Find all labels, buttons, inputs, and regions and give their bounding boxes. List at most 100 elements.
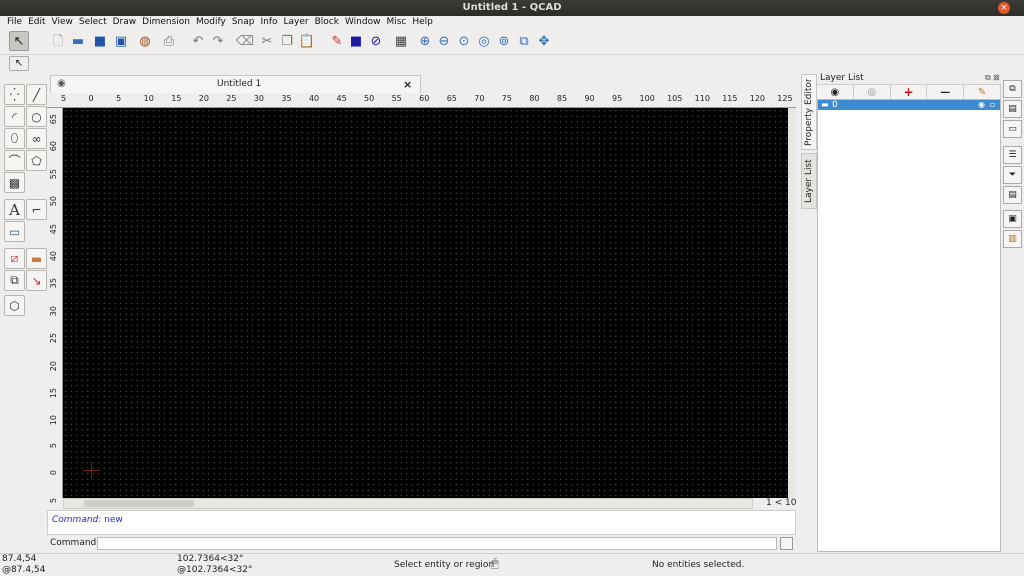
right-dock-toolbar: ⧉ ▤ ▭ ☰ ⏷ ▤ ▣ ▥	[1002, 80, 1024, 250]
save-icon[interactable]: ■	[90, 31, 110, 51]
3d-view-icon[interactable]: ⬡	[4, 295, 25, 316]
polyline-tool-icon[interactable]: ⌒	[4, 150, 25, 171]
layer-lock-icon[interactable]: ▫	[990, 100, 995, 110]
dimension-tool-icon[interactable]: ⌐	[26, 199, 47, 220]
dock-filter-icon[interactable]: ⏷	[1003, 166, 1022, 184]
command-row: Command:	[47, 536, 796, 551]
paste-icon[interactable]: 📋	[297, 31, 317, 51]
pan-icon[interactable]: ✥	[534, 31, 554, 51]
tab-property-editor[interactable]: Property Editor	[801, 74, 817, 150]
dock-list-icon[interactable]: ▤	[1003, 186, 1022, 204]
command-input[interactable]	[97, 537, 777, 550]
open-folder-icon[interactable]: ▬	[68, 31, 88, 51]
document-icon: ◉	[57, 78, 66, 89]
menu-snap[interactable]: Snap	[229, 16, 258, 29]
block-tool-icon[interactable]: ⧉	[4, 270, 25, 291]
dock-tabs: Property Editor Layer List	[801, 74, 817, 552]
zoom-selection-icon[interactable]: ⊚	[494, 31, 514, 51]
redo-icon[interactable]: ↷	[208, 31, 228, 51]
menu-view[interactable]: View	[49, 16, 76, 29]
mouse-icon: 🖱	[491, 556, 499, 571]
command-history-toggle-icon[interactable]	[780, 537, 793, 550]
grid-toggle-icon[interactable]: ▦	[391, 31, 411, 51]
shape-tool-icon[interactable]: ⬠	[26, 150, 47, 171]
layer-visible-icon[interactable]: ◉	[978, 100, 985, 110]
selection-mode-icon[interactable]: ↖	[9, 56, 29, 71]
menu-select[interactable]: Select	[76, 16, 110, 29]
dock-clipboard-icon[interactable]: ▥	[1003, 230, 1022, 248]
layer-row[interactable]: ▬ 0 ◉ ▫	[818, 100, 1000, 110]
eraser-icon[interactable]: ⌫	[235, 31, 255, 51]
relative-polar-coordinate: @102.7364<32°	[177, 565, 253, 575]
zoom-window-icon[interactable]: ⧉	[514, 31, 534, 51]
options-toolbar: ↖	[0, 54, 1024, 73]
line-weight-icon[interactable]: ⊘	[366, 31, 386, 51]
menu-edit[interactable]: Edit	[25, 16, 48, 29]
panel-float-icon[interactable]: ⧉	[985, 73, 991, 83]
dock-window-icon[interactable]: ▣	[1003, 210, 1022, 228]
menu-file[interactable]: File	[4, 16, 25, 29]
ruler-y-tick: 0	[49, 470, 58, 476]
new-file-icon[interactable]: 🗋	[48, 31, 68, 51]
ruler-y-tick: 35	[49, 278, 58, 289]
ellipse-tool-icon[interactable]: ⬯	[4, 128, 25, 149]
drawing-canvas[interactable]	[63, 108, 788, 498]
zoom-auto-icon[interactable]: ⊙	[454, 31, 474, 51]
arc-tool-icon[interactable]: ◜	[4, 106, 25, 127]
vertical-scrollbar[interactable]	[788, 108, 796, 498]
document-tab[interactable]: ◉ Untitled 1 ×	[50, 75, 421, 93]
modify-tool-icon[interactable]: ⧄	[4, 248, 25, 269]
menu-modify[interactable]: Modify	[193, 16, 229, 29]
image-tool-icon[interactable]: ▭	[4, 221, 25, 242]
close-icon[interactable]: ×	[403, 78, 412, 91]
print-preview-icon[interactable]: ◍	[135, 31, 155, 51]
zoom-in-icon[interactable]: ⊕	[415, 31, 435, 51]
hide-all-layers-icon[interactable]: ◎	[853, 85, 891, 99]
ruler-x-tick: 5	[116, 94, 122, 103]
undo-icon[interactable]: ↶	[188, 31, 208, 51]
select-pointer-icon[interactable]: ↖	[9, 31, 29, 51]
panel-close-icon[interactable]: ⊠	[993, 73, 1000, 82]
menu-block[interactable]: Block	[312, 16, 342, 29]
window-close-button[interactable]: ×	[998, 2, 1010, 14]
circle-tool-icon[interactable]: ○	[26, 106, 47, 127]
menu-dimension[interactable]: Dimension	[139, 16, 193, 29]
menu-misc[interactable]: Misc	[383, 16, 409, 29]
horizontal-scrollbar[interactable]	[63, 498, 753, 509]
color-icon[interactable]: ■	[346, 31, 366, 51]
hatch-tool-icon[interactable]: ▩	[4, 172, 25, 193]
menu-layer[interactable]: Layer	[281, 16, 312, 29]
show-all-layers-icon[interactable]: ◉	[817, 85, 854, 99]
menu-bar: File Edit View Select Draw Dimension Mod…	[0, 16, 1024, 29]
pen-icon[interactable]: ✎	[327, 31, 347, 51]
copy-icon[interactable]: ❐	[277, 31, 297, 51]
line-tool-icon[interactable]: ╱	[26, 84, 47, 105]
cut-icon[interactable]: ✂	[257, 31, 277, 51]
tab-layer-list[interactable]: Layer List	[801, 153, 817, 209]
points-tool-icon[interactable]: ⁛	[4, 84, 25, 105]
dock-block-list-icon[interactable]: ▤	[1003, 100, 1022, 118]
dock-layers-icon[interactable]: ⧉	[1003, 80, 1022, 98]
dock-properties-icon[interactable]: ☰	[1003, 146, 1022, 164]
save-as-icon[interactable]: ▣	[111, 31, 131, 51]
ruler-y-tick: 50	[49, 196, 58, 207]
scrollbar-thumb[interactable]	[84, 500, 194, 507]
snap-tool-icon[interactable]: ↘	[26, 270, 47, 291]
remove-layer-icon[interactable]: —	[927, 85, 965, 99]
zoom-previous-icon[interactable]: ◎	[474, 31, 494, 51]
add-layer-icon[interactable]: +	[890, 85, 928, 99]
dock-library-icon[interactable]: ▭	[1003, 120, 1022, 138]
measure-tool-icon[interactable]: ▬	[26, 248, 47, 269]
menu-info[interactable]: Info	[257, 16, 280, 29]
text-tool-icon[interactable]: A	[4, 199, 25, 220]
print-icon[interactable]: ⎙	[159, 31, 179, 51]
ruler-y-tick: 40	[49, 251, 58, 262]
menu-help[interactable]: Help	[409, 16, 436, 29]
menu-window[interactable]: Window	[342, 16, 384, 29]
zoom-out-icon[interactable]: ⊖	[434, 31, 454, 51]
spline-tool-icon[interactable]: ∞	[26, 128, 47, 149]
edit-layer-icon[interactable]: ✎	[964, 85, 1001, 99]
menu-draw[interactable]: Draw	[110, 16, 140, 29]
page-navigation[interactable]: 1 < 10	[766, 498, 796, 508]
ruler-x-tick: 75	[501, 94, 512, 103]
